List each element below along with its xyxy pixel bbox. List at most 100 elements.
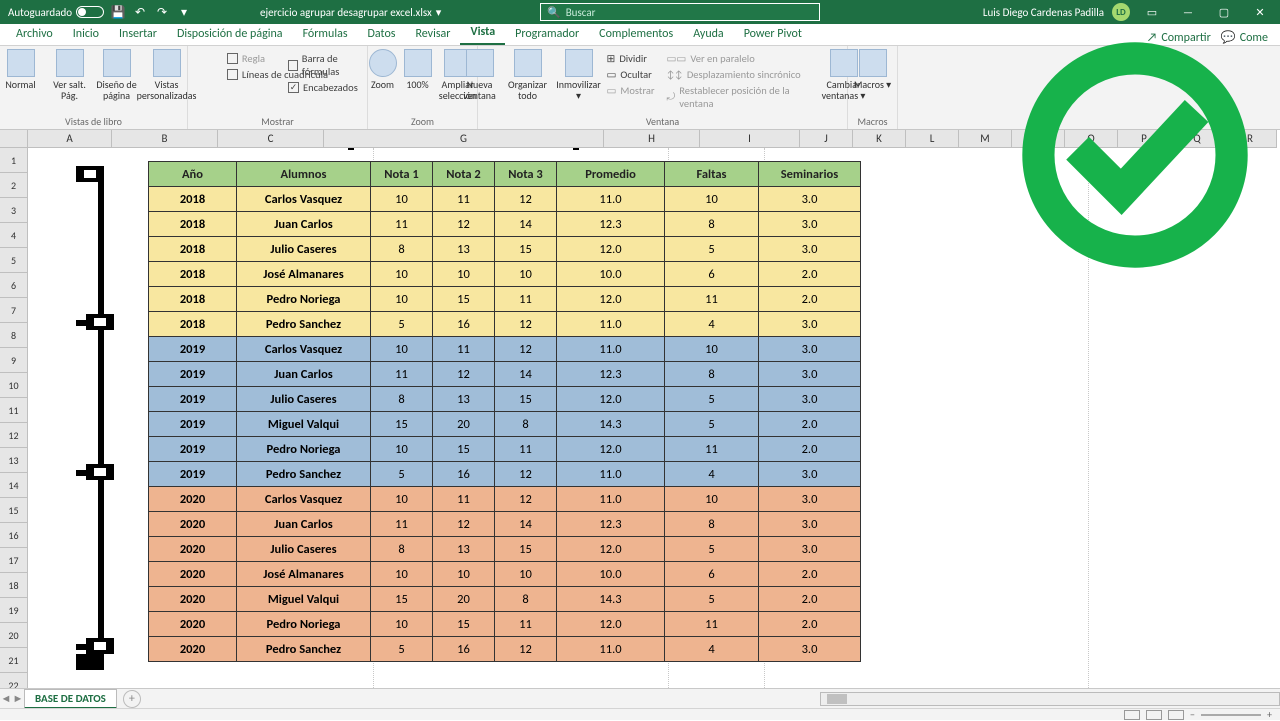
redo-icon[interactable]: ↷ bbox=[154, 4, 170, 20]
cell-promedio[interactable]: 12.0 bbox=[557, 237, 665, 262]
th-nota2[interactable]: Nota 2 bbox=[433, 162, 495, 187]
col-header[interactable]: H bbox=[604, 130, 700, 148]
formulabar-checkbox[interactable]: Barra de fórmulas bbox=[288, 52, 367, 78]
sheet-nav-prev-icon[interactable]: ◄ bbox=[0, 692, 12, 705]
row-header[interactable]: 12 bbox=[0, 423, 28, 448]
cell-nota1[interactable]: 10 bbox=[371, 437, 433, 462]
cell-nota2[interactable]: 10 bbox=[433, 262, 495, 287]
cell-nota1[interactable]: 10 bbox=[371, 262, 433, 287]
cell-anio[interactable]: 2019 bbox=[149, 362, 237, 387]
cell-alumno[interactable]: José Almanares bbox=[237, 562, 371, 587]
cell-alumno[interactable]: Juan Carlos bbox=[237, 512, 371, 537]
cell-alumno[interactable]: Juan Carlos bbox=[237, 362, 371, 387]
cell-anio[interactable]: 2020 bbox=[149, 637, 237, 662]
cell-faltas[interactable]: 5 bbox=[665, 412, 759, 437]
cell-nota3[interactable]: 14 bbox=[495, 362, 557, 387]
cell-promedio[interactable]: 14.3 bbox=[557, 412, 665, 437]
cell-alumno[interactable]: Carlos Vasquez bbox=[237, 187, 371, 212]
cell-seminarios[interactable]: 3.0 bbox=[759, 487, 861, 512]
cell-seminarios[interactable]: 3.0 bbox=[759, 637, 861, 662]
table-row[interactable]: 2018 Carlos Vasquez 10 11 12 11.0 10 3.0 bbox=[149, 187, 861, 212]
row-header[interactable]: 17 bbox=[0, 548, 28, 573]
cell-alumno[interactable]: Pedro Noriega bbox=[237, 437, 371, 462]
cell-nota3[interactable]: 14 bbox=[495, 212, 557, 237]
horizontal-scrollbar[interactable] bbox=[820, 692, 1280, 706]
table-row[interactable]: 2019 Carlos Vasquez 10 11 12 11.0 10 3.0 bbox=[149, 337, 861, 362]
cell-anio[interactable]: 2020 bbox=[149, 537, 237, 562]
cell-nota3[interactable]: 8 bbox=[495, 412, 557, 437]
tab-ayuda[interactable]: Ayuda bbox=[683, 24, 734, 45]
cell-seminarios[interactable]: 3.0 bbox=[759, 537, 861, 562]
cell-faltas[interactable]: 11 bbox=[665, 287, 759, 312]
view-pagelayout-icon[interactable] bbox=[1146, 710, 1162, 720]
cell-nota3[interactable]: 11 bbox=[495, 612, 557, 637]
table-row[interactable]: 2018 Pedro Noriega 10 15 11 12.0 11 2.0 bbox=[149, 287, 861, 312]
cell-nota1[interactable]: 11 bbox=[371, 512, 433, 537]
row-header[interactable]: 15 bbox=[0, 498, 28, 523]
view-pagelayout-button[interactable]: Diseño de página bbox=[95, 49, 139, 117]
table-row[interactable]: 2020 Miguel Valqui 15 20 8 14.3 5 2.0 bbox=[149, 587, 861, 612]
cell-anio[interactable]: 2019 bbox=[149, 337, 237, 362]
cell-faltas[interactable]: 11 bbox=[665, 437, 759, 462]
cell-nota2[interactable]: 12 bbox=[433, 512, 495, 537]
cell-anio[interactable]: 2018 bbox=[149, 212, 237, 237]
table-row[interactable]: 2018 Juan Carlos 11 12 14 12.3 8 3.0 bbox=[149, 212, 861, 237]
row-header[interactable]: 5 bbox=[0, 248, 28, 273]
cell-alumno[interactable]: Pedro Sanchez bbox=[237, 637, 371, 662]
headings-checkbox[interactable]: ✓Encabezados bbox=[288, 81, 367, 94]
outline-node[interactable] bbox=[86, 464, 114, 480]
cell-nota2[interactable]: 10 bbox=[433, 562, 495, 587]
cell-promedio[interactable]: 12.3 bbox=[557, 512, 665, 537]
cell-nota2[interactable]: 11 bbox=[433, 187, 495, 212]
cell-alumno[interactable]: Carlos Vasquez bbox=[237, 337, 371, 362]
cell-faltas[interactable]: 6 bbox=[665, 262, 759, 287]
cell-faltas[interactable]: 10 bbox=[665, 337, 759, 362]
cell-faltas[interactable]: 10 bbox=[665, 187, 759, 212]
cell-nota2[interactable]: 20 bbox=[433, 412, 495, 437]
cell-promedio[interactable]: 10.0 bbox=[557, 262, 665, 287]
cell-nota3[interactable]: 12 bbox=[495, 337, 557, 362]
zoom-in-icon[interactable]: + bbox=[1267, 708, 1272, 721]
view-normal-button[interactable]: Normal bbox=[0, 49, 45, 117]
tab-vista[interactable]: Vista bbox=[460, 22, 505, 45]
cell-anio[interactable]: 2020 bbox=[149, 562, 237, 587]
cell-promedio[interactable]: 11.0 bbox=[557, 637, 665, 662]
zoom-slider[interactable] bbox=[1201, 714, 1261, 716]
row-header[interactable]: 21 bbox=[0, 648, 28, 673]
cell-nota1[interactable]: 10 bbox=[371, 487, 433, 512]
cell-nota1[interactable]: 8 bbox=[371, 237, 433, 262]
cell-anio[interactable]: 2018 bbox=[149, 262, 237, 287]
cell-alumno[interactable]: Miguel Valqui bbox=[237, 587, 371, 612]
cell-alumno[interactable]: Julio Caseres bbox=[237, 237, 371, 262]
tab-file[interactable]: Archivo bbox=[6, 24, 63, 45]
cell-seminarios[interactable]: 3.0 bbox=[759, 187, 861, 212]
th-faltas[interactable]: Faltas bbox=[665, 162, 759, 187]
cell-promedio[interactable]: 11.0 bbox=[557, 462, 665, 487]
col-header[interactable]: I bbox=[700, 130, 800, 148]
table-row[interactable]: 2018 Pedro Sanchez 5 16 12 11.0 4 3.0 bbox=[149, 312, 861, 337]
cell-nota2[interactable]: 11 bbox=[433, 487, 495, 512]
cell-nota1[interactable]: 5 bbox=[371, 462, 433, 487]
cell-seminarios[interactable]: 3.0 bbox=[759, 462, 861, 487]
cell-seminarios[interactable]: 2.0 bbox=[759, 412, 861, 437]
sheet-nav-next-icon[interactable]: ► bbox=[12, 692, 24, 705]
col-header[interactable]: G bbox=[324, 130, 604, 148]
cell-nota3[interactable]: 12 bbox=[495, 312, 557, 337]
view-custom-button[interactable]: Vistas personalizadas bbox=[143, 49, 191, 117]
cell-nota2[interactable]: 11 bbox=[433, 337, 495, 362]
row-header[interactable]: 6 bbox=[0, 273, 28, 298]
minimize-icon[interactable]: — bbox=[1174, 0, 1202, 24]
cell-nota2[interactable]: 16 bbox=[433, 312, 495, 337]
user-avatar[interactable]: LD bbox=[1112, 3, 1130, 21]
table-row[interactable]: 2019 Juan Carlos 11 12 14 12.3 8 3.0 bbox=[149, 362, 861, 387]
user-name[interactable]: Luis Diego Cardenas Padilla bbox=[983, 6, 1104, 19]
cell-faltas[interactable]: 5 bbox=[665, 537, 759, 562]
cell-nota3[interactable]: 12 bbox=[495, 187, 557, 212]
th-seminarios[interactable]: Seminarios bbox=[759, 162, 861, 187]
cell-nota1[interactable]: 8 bbox=[371, 537, 433, 562]
cell-anio[interactable]: 2018 bbox=[149, 237, 237, 262]
cell-alumno[interactable]: Julio Caseres bbox=[237, 537, 371, 562]
macros-button[interactable]: Macros ▾ bbox=[852, 49, 894, 117]
cell-promedio[interactable]: 12.3 bbox=[557, 212, 665, 237]
filename-dropdown-icon[interactable]: ▾ bbox=[436, 6, 442, 19]
